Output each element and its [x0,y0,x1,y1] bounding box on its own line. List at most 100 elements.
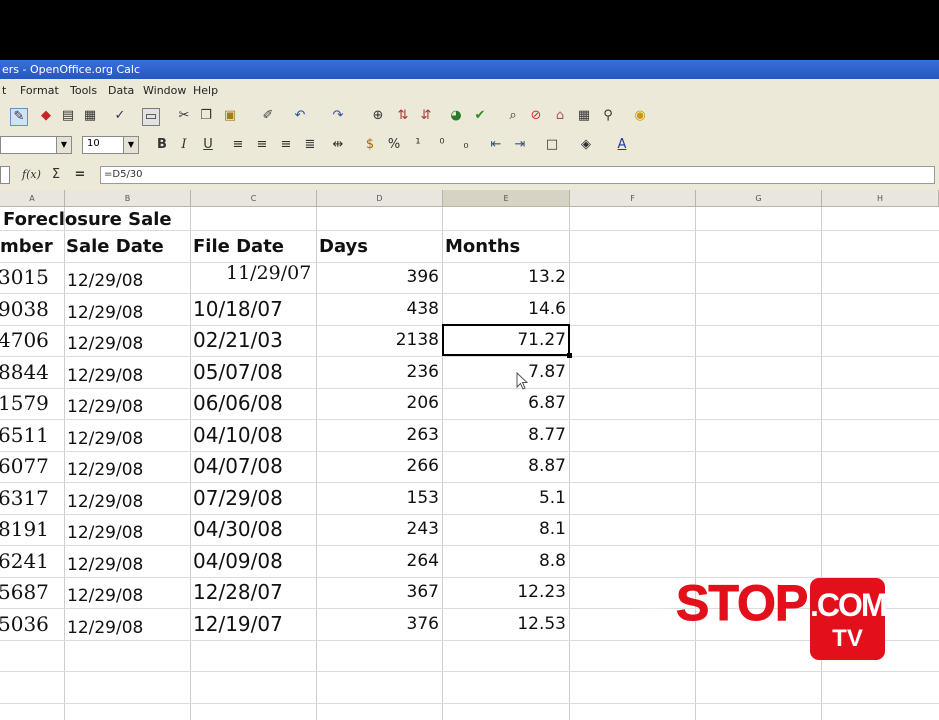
cell-sale-date[interactable]: 12/29/08 [64,294,190,325]
cell-days[interactable]: 266 [316,451,442,482]
cell-months[interactable]: 8.87 [442,451,569,482]
cell-months[interactable]: 5.1 [442,483,569,514]
cell-months[interactable]: 7.87 [442,357,569,388]
menu-item-tools[interactable]: Tools [70,84,97,97]
chevron-down-icon[interactable]: ▼ [123,137,138,153]
cell-file-date[interactable]: 06/06/08 [190,388,316,419]
font-name-combo[interactable]: ▼ [0,136,72,154]
sum-icon[interactable]: Σ [48,167,64,183]
cell-number[interactable]: 6077 [0,451,62,482]
menu-item-window[interactable]: Window [143,84,186,97]
cell-months[interactable]: 12.23 [442,577,569,608]
menu-item-edit-fragment[interactable]: t [2,84,6,97]
spellcheck-icon[interactable]: ✓ [112,108,128,124]
menu-item-help[interactable]: Help [193,84,218,97]
cell-sale-date[interactable]: 12/29/08 [64,388,190,419]
borders-icon[interactable]: □ [544,137,560,153]
cell-days[interactable]: 263 [316,420,442,451]
header-days[interactable]: Days [319,231,443,262]
cell-days[interactable]: 2138 [316,325,442,356]
align-center-icon[interactable]: ≡ [254,137,270,153]
cell-days[interactable]: 367 [316,577,442,608]
undo-icon[interactable]: ↶ [292,108,308,124]
cell-days[interactable]: 153 [316,483,442,514]
redo-icon[interactable]: ↷ [330,108,346,124]
column-header-h[interactable]: H [822,190,939,207]
cell-number[interactable]: 8191 [0,514,62,545]
column-header-f[interactable]: F [570,190,696,207]
print-preview-icon[interactable]: ▦ [82,108,98,124]
cell-number[interactable]: 1579 [0,388,62,419]
spreadsheet-grid[interactable]: A B C D E F G H Foreclosure Sale mber Sa… [0,190,939,720]
cell-days[interactable]: 438 [316,294,442,325]
merge-cells-icon[interactable]: ⇹ [330,137,346,153]
datasource-icon[interactable]: ▦ [576,108,592,124]
name-box[interactable] [0,166,10,184]
paste-icon[interactable]: ▣ [222,108,238,124]
fill-handle[interactable] [567,353,572,358]
cell-days[interactable]: 396 [316,262,442,293]
cell-file-date[interactable]: 04/30/08 [190,514,316,545]
sort-descending-icon[interactable]: ⇵ [418,108,434,124]
menu-item-data[interactable]: Data [108,84,134,97]
cell-file-date[interactable]: 07/29/08 [190,483,316,514]
cell-file-date[interactable]: 04/09/08 [190,546,316,577]
column-header-e[interactable]: E [443,190,570,207]
cell-days[interactable]: 243 [316,514,442,545]
cell-sale-date[interactable]: 12/29/08 [64,609,190,640]
column-header-g[interactable]: G [696,190,822,207]
cell-file-date[interactable]: 10/18/07 [190,294,316,325]
cell-number[interactable]: 5687 [0,577,62,608]
cell-file-date[interactable]: 11/29/07 [190,258,316,289]
cell-file-date[interactable]: 12/19/07 [190,609,316,640]
bold-icon[interactable]: B [154,137,170,153]
cell-sale-date[interactable]: 12/29/08 [64,357,190,388]
format-paintbrush-icon[interactable]: ✐ [260,108,276,124]
cell-number[interactable]: 9038 [0,294,62,325]
function-wizard-icon[interactable]: f(x) [22,167,41,183]
cell-months[interactable]: 14.6 [442,294,569,325]
currency-icon[interactable]: $ [362,137,378,153]
delete-decimal-icon[interactable]: ₀ [458,137,474,153]
cell-days[interactable]: 376 [316,609,442,640]
align-left-icon[interactable]: ≡ [230,137,246,153]
font-size-combo[interactable]: 10 ▼ [82,136,139,154]
edit-file-icon[interactable]: ✎ [10,108,28,126]
autospell-icon[interactable]: ▭ [142,108,160,126]
cell-days[interactable]: 236 [316,357,442,388]
sort-ascending-icon[interactable]: ⇅ [395,108,411,124]
cell-sale-date[interactable]: 12/29/08 [64,451,190,482]
header-number[interactable]: mber [0,231,64,262]
cell-months[interactable]: 8.77 [442,420,569,451]
add-decimal-icon[interactable]: ⁰ [434,137,450,153]
chart-icon[interactable]: ◕ [448,108,464,124]
cell-sale-date[interactable]: 12/29/08 [64,420,190,451]
italic-icon[interactable]: I [176,137,192,153]
font-color-icon[interactable]: A [614,137,630,153]
decrease-indent-icon[interactable]: ⇤ [488,137,504,153]
gallery-icon[interactable]: ⌂ [552,108,568,124]
cell-number[interactable]: 6511 [0,420,62,451]
cell-months[interactable]: 8.8 [442,546,569,577]
cell-file-date[interactable]: 04/07/08 [190,451,316,482]
checkmark-icon[interactable]: ✔ [472,108,488,124]
equals-icon[interactable]: = [72,167,88,183]
pdf-export-icon[interactable]: ◆ [38,108,54,124]
menu-item-format[interactable]: Format [20,84,59,97]
hyperlink-icon[interactable]: ⊕ [370,108,386,124]
cell-number[interactable]: 5036 [0,609,62,640]
increase-indent-icon[interactable]: ⇥ [512,137,528,153]
formula-input[interactable]: =D5/30 [100,166,935,184]
navigator-icon[interactable]: ⊘ [528,108,544,124]
cell-file-date[interactable]: 02/21/03 [190,325,316,356]
standard-format-icon[interactable]: ¹ [410,137,426,153]
print-icon[interactable]: ▤ [60,108,76,124]
cell-sale-date[interactable]: 12/29/08 [64,325,190,356]
cell-file-date[interactable]: 05/07/08 [190,357,316,388]
column-header-d[interactable]: D [317,190,443,207]
cell-sale-date[interactable]: 12/29/08 [64,546,190,577]
copy-icon[interactable]: ❐ [198,108,214,124]
cell-sale-date[interactable]: 12/29/08 [64,262,190,293]
cell-number[interactable]: 3015 [0,262,62,293]
cell-months[interactable]: 6.87 [442,388,569,419]
